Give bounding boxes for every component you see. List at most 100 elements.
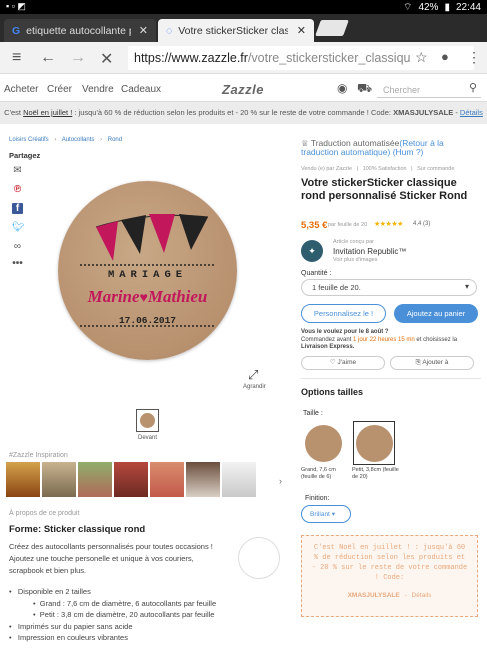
like-label: J'aime <box>337 359 357 366</box>
nav-creer[interactable]: Créer <box>47 84 72 95</box>
delivery-pre: Commandez avant <box>301 336 354 343</box>
account-icon[interactable]: ◉ <box>337 81 347 95</box>
search-icon[interactable]: ⚲ <box>469 81 477 94</box>
like-button[interactable]: ♡ J'aime <box>301 356 385 370</box>
feature-text: Disponible en 2 tailles <box>17 587 91 596</box>
nav-acheter[interactable]: Acheter <box>4 84 38 95</box>
feature-item: • Imprimés sur du papier sans acide <box>9 621 133 631</box>
rating-value[interactable]: 4,4 (3) <box>413 221 430 227</box>
chevron-right-icon[interactable]: › <box>279 476 282 486</box>
wifi-icon: ⌔ <box>403 2 413 13</box>
heart-outline-icon: ♡ <box>329 359 336 366</box>
inspiration-photo[interactable] <box>150 462 184 497</box>
back-icon[interactable]: ← <box>40 49 56 67</box>
notification-icons: ▪ ▫ ◩ <box>6 1 26 11</box>
promo-box-code: XMASJULYSALE <box>347 592 400 599</box>
forward-icon[interactable]: → <box>70 49 86 67</box>
zoom-label[interactable]: Agrandir <box>243 384 266 390</box>
inspiration-photo[interactable] <box>42 462 76 497</box>
add-to-button[interactable]: ⎘ Ajouter à <box>390 356 474 370</box>
address-bar: ≡ ← → ✕ https://www.zazzle.fr/votre_stic… <box>0 42 487 74</box>
nav-cadeaux[interactable]: Cadeaux <box>121 84 161 95</box>
tab-title: etiquette autocollante perso <box>26 24 131 37</box>
battery-icon: ▮ <box>444 2 450 13</box>
add-to-cart-button[interactable]: Ajoutez au panier <box>394 304 478 323</box>
breadcrumb: Loisirs Créatifs › Autocollants › Rond <box>9 137 122 143</box>
clock: 22:44 <box>455 2 481 13</box>
twitter-icon[interactable]: 🐦︎ <box>12 222 25 233</box>
inspiration-title: #Zazzle Inspiration <box>9 452 68 459</box>
size-thumbnail <box>355 424 393 462</box>
facebook-icon[interactable]: f <box>12 203 23 214</box>
finish-select[interactable]: Brillant ▾ <box>301 505 351 523</box>
delivery-countdown: 1 jour 22 heures 15 mn <box>353 336 415 343</box>
thumbnail-front[interactable] <box>136 409 159 432</box>
personalize-button[interactable]: Personnalisez le ! <box>301 304 386 323</box>
name-left: Marine <box>87 287 140 306</box>
shape-preview <box>238 537 280 579</box>
close-icon[interactable]: ✕ <box>297 24 306 37</box>
cart-icon[interactable]: ⛟ <box>357 81 372 97</box>
microphone-icon[interactable]: ● <box>441 49 449 64</box>
inspiration-photo[interactable] <box>6 462 40 497</box>
thumbnail-image <box>140 413 155 428</box>
designer-name[interactable]: Invitation Republic™ <box>333 247 406 256</box>
promo-text: : jusqu'à 60 % de réduction selon les pr… <box>72 108 394 117</box>
feature-item: • Grand : 7,6 cm de diamètre, 6 autocoll… <box>33 598 217 608</box>
tab-zazzle[interactable]: ◌ Votre stickerSticker classique ✕ <box>158 19 314 42</box>
status-bar: ▪ ▫ ◩ ⌔ 42% ▮ 22:44 <box>0 0 487 14</box>
menu-icon[interactable]: ≡ <box>12 49 21 67</box>
search-placeholder: Chercher <box>383 85 421 95</box>
finish-value: Brillant <box>310 511 330 518</box>
more-share-icon[interactable]: ••• <box>12 258 23 269</box>
heart-icon: ♥ <box>139 291 148 306</box>
google-icon: G <box>12 24 21 37</box>
battery-level: 42% <box>418 2 439 13</box>
site-logo[interactable]: Zazzle <box>222 82 264 97</box>
promo-code: XMASJULYSALE <box>393 108 454 117</box>
add-to-label: Ajouter à <box>422 359 449 366</box>
pinterest-icon[interactable]: ℗ <box>12 184 23 195</box>
link-icon[interactable]: ∞ <box>12 241 23 252</box>
email-icon[interactable]: ✉ <box>12 165 23 176</box>
satisfaction[interactable]: 100% Satisfaction <box>363 166 407 172</box>
breadcrumb-item[interactable]: Autocollants <box>62 137 95 143</box>
product-title: Votre stickerSticker classique rond pers… <box>301 177 468 202</box>
product-image[interactable]: MARIAGE Marine♥Mathieu 17.06.2017 <box>58 181 237 360</box>
chevron-down-icon: ▾ <box>464 282 469 291</box>
breadcrumb-separator: › <box>54 137 57 143</box>
rating-stars[interactable]: ★★★★★ <box>374 220 403 228</box>
designer-more-link[interactable]: Voir plus d'images <box>333 257 377 263</box>
url-host: https://www.zazzle.fr <box>134 51 248 65</box>
tab-etiquette[interactable]: G etiquette autocollante perso ✕ <box>4 19 156 42</box>
bunting-flag <box>149 214 175 253</box>
inspiration-photo[interactable] <box>222 462 256 497</box>
search-input[interactable]: Chercher <box>377 80 481 98</box>
promo-link[interactable]: Noël en juillet ! <box>23 108 72 117</box>
bunting-flag <box>179 214 208 250</box>
inspiration-photo[interactable] <box>186 462 220 497</box>
star-icon[interactable]: ☆ <box>415 49 428 66</box>
options-title: Options tailles <box>301 387 364 397</box>
feature-text: Impression en couleurs vibrantes <box>17 633 128 642</box>
more-icon[interactable]: ⋮ <box>467 49 481 66</box>
bunting-flag <box>96 221 118 261</box>
close-icon[interactable]: ✕ <box>139 24 148 37</box>
promo-details-link[interactable]: Détails <box>460 108 483 117</box>
promo-box-details[interactable]: Détails <box>412 592 432 599</box>
size-option-grand[interactable] <box>302 421 344 465</box>
stop-icon[interactable]: ✕ <box>100 49 113 69</box>
new-tab-button[interactable] <box>315 20 349 36</box>
nav-vendre[interactable]: Vendre <box>82 84 114 95</box>
thumbnail-label: Devant <box>138 435 158 441</box>
designer-avatar[interactable]: ✦ <box>301 240 323 262</box>
breadcrumb-item[interactable]: Loisirs Créatifs <box>9 137 49 143</box>
size-option-petit[interactable] <box>353 421 395 465</box>
breadcrumb-item[interactable]: Rond <box>108 137 122 143</box>
quantity-select[interactable]: 1 feuille de 20. ▾ <box>301 279 477 296</box>
about-title: À propos de ce produit <box>9 510 80 517</box>
zoom-icon[interactable]: ⤢ <box>248 367 258 383</box>
inspiration-photo[interactable] <box>78 462 112 497</box>
inspiration-photo[interactable] <box>114 462 148 497</box>
human-link[interactable]: (Hum ?) <box>393 147 424 157</box>
